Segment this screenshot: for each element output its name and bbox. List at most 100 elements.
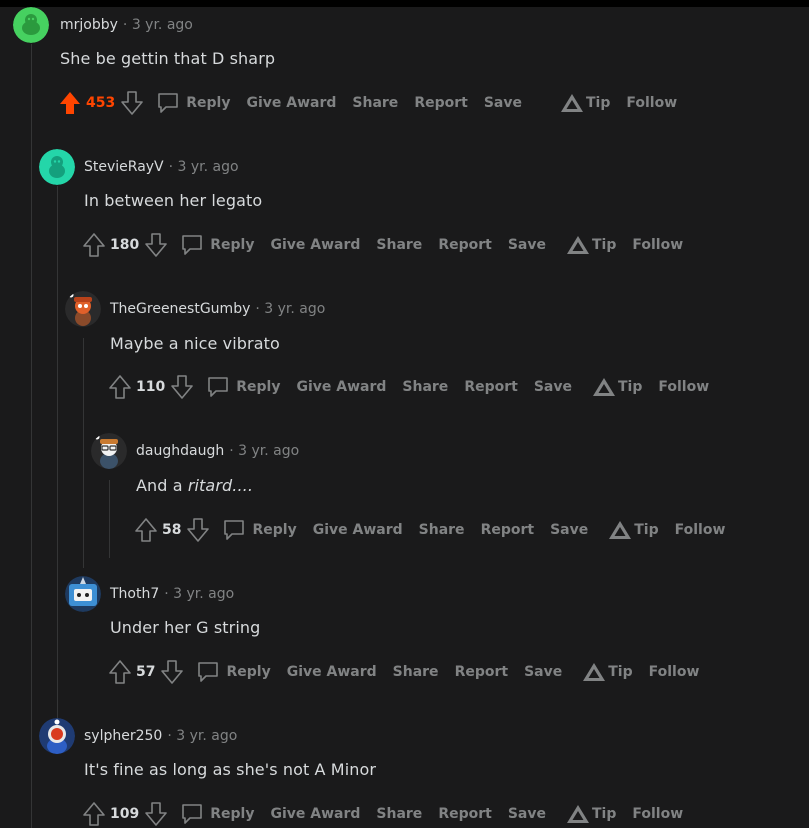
username[interactable]: TheGreenestGumby xyxy=(110,301,250,317)
follow-button[interactable]: Follow xyxy=(675,522,726,538)
downvote-icon[interactable] xyxy=(160,660,184,684)
give-award-button[interactable]: Give Award xyxy=(246,95,336,111)
report-button[interactable]: Report xyxy=(481,522,535,538)
downvote-icon[interactable] xyxy=(186,518,210,542)
thread-line-level-3[interactable] xyxy=(83,338,84,568)
follow-button[interactable]: Follow xyxy=(632,237,683,253)
upvote-icon[interactable] xyxy=(58,91,82,115)
comment-age[interactable]: · 3 yr. ago xyxy=(164,586,234,602)
save-button[interactable]: Save xyxy=(550,522,588,538)
save-button[interactable]: Save xyxy=(534,379,572,395)
downvote-icon[interactable] xyxy=(120,91,144,115)
username[interactable]: sylpher250 xyxy=(84,728,162,744)
downvote-icon[interactable] xyxy=(144,802,168,826)
top-edge-bar xyxy=(0,0,809,7)
tip-button[interactable]: Tip xyxy=(566,235,616,255)
reply-button[interactable]: Reply xyxy=(206,375,280,399)
reply-button[interactable]: Reply xyxy=(222,518,297,542)
comment-body: She be gettin that D sharp xyxy=(60,49,276,68)
tip-button[interactable]: Tip xyxy=(560,93,610,113)
reply-button[interactable]: Reply xyxy=(196,660,271,684)
follow-button[interactable]: Follow xyxy=(649,664,700,680)
avatar[interactable] xyxy=(39,149,75,185)
save-button[interactable]: Save xyxy=(508,806,546,822)
tip-label: Tip xyxy=(591,237,617,253)
comment-age[interactable]: · 3 yr. ago xyxy=(167,728,237,744)
share-button[interactable]: Share xyxy=(352,95,398,111)
username[interactable]: mrjobby xyxy=(60,17,118,33)
follow-button[interactable]: Follow xyxy=(658,379,709,395)
follow-button[interactable]: Follow xyxy=(632,806,683,822)
tip-label: Tip xyxy=(617,379,643,395)
comment-age[interactable]: · 3 yr. ago xyxy=(123,17,193,33)
comment-bubble-icon xyxy=(206,375,230,399)
share-button[interactable]: Share xyxy=(402,379,448,395)
thread-line-level-4[interactable] xyxy=(109,480,110,558)
give-award-button[interactable]: Give Award xyxy=(296,379,386,395)
username[interactable]: Thoth7 xyxy=(110,586,159,602)
comment-body: Maybe a nice vibrato xyxy=(110,334,280,353)
tip-button[interactable]: Tip xyxy=(566,804,616,824)
tip-triangle-icon xyxy=(592,377,616,397)
avatar[interactable] xyxy=(65,576,101,612)
give-award-button[interactable]: Give Award xyxy=(287,664,377,680)
comment-actions: 57 Reply Give Award Share Report Save Ti… xyxy=(108,658,699,686)
username[interactable]: StevieRayV xyxy=(84,159,164,175)
avatar[interactable] xyxy=(91,433,127,469)
comment-body-text: And a xyxy=(136,476,188,495)
tip-triangle-icon xyxy=(582,662,606,682)
avatar[interactable] xyxy=(13,7,49,43)
thread-line-level-2[interactable] xyxy=(57,186,58,720)
reply-label: Reply xyxy=(252,522,297,538)
give-award-button[interactable]: Give Award xyxy=(270,806,360,822)
avatar[interactable] xyxy=(39,718,75,754)
comment-age[interactable]: · 3 yr. ago xyxy=(229,443,299,459)
username[interactable]: daughdaugh xyxy=(136,443,224,459)
upvote-icon[interactable] xyxy=(134,518,158,542)
thread-line-level-1[interactable] xyxy=(31,44,32,828)
share-button[interactable]: Share xyxy=(419,522,465,538)
reply-button[interactable]: Reply xyxy=(156,91,230,115)
comment-bubble-icon xyxy=(180,802,204,826)
comment-age[interactable]: · 3 yr. ago xyxy=(255,301,325,317)
upvote-icon[interactable] xyxy=(108,660,132,684)
downvote-icon[interactable] xyxy=(170,375,194,399)
reply-label: Reply xyxy=(186,95,231,111)
save-button[interactable]: Save xyxy=(484,95,522,111)
avatar[interactable] xyxy=(65,291,101,327)
tip-button[interactable]: Tip xyxy=(582,662,633,682)
save-button[interactable]: Save xyxy=(508,237,546,253)
follow-button[interactable]: Follow xyxy=(626,95,677,111)
share-button[interactable]: Share xyxy=(393,664,439,680)
comment-age[interactable]: · 3 yr. ago xyxy=(169,159,239,175)
upvote-icon[interactable] xyxy=(108,375,132,399)
give-award-button[interactable]: Give Award xyxy=(313,522,403,538)
comment-body-italic: ritard.... xyxy=(187,476,254,495)
report-button[interactable]: Report xyxy=(464,379,518,395)
report-button[interactable]: Report xyxy=(414,95,468,111)
save-button[interactable]: Save xyxy=(524,664,562,680)
give-award-button[interactable]: Give Award xyxy=(270,237,360,253)
report-button[interactable]: Report xyxy=(455,664,509,680)
reply-label: Reply xyxy=(236,379,281,395)
upvote-icon[interactable] xyxy=(82,233,106,257)
tip-triangle-icon xyxy=(566,235,590,255)
report-button[interactable]: Report xyxy=(438,806,492,822)
comment-bubble-icon xyxy=(156,91,180,115)
comment-actions: 58 Reply Give Award Share Report Save Ti… xyxy=(134,516,725,544)
comment-actions: 180 Reply Give Award Share Report Save T… xyxy=(82,231,683,259)
upvote-icon[interactable] xyxy=(82,802,106,826)
share-button[interactable]: Share xyxy=(376,237,422,253)
reply-button[interactable]: Reply xyxy=(180,233,254,257)
downvote-icon[interactable] xyxy=(144,233,168,257)
share-button[interactable]: Share xyxy=(376,806,422,822)
tip-button[interactable]: Tip xyxy=(608,520,659,540)
vote-score: 57 xyxy=(136,664,156,680)
comment-actions: 110 Reply Give Award Share Report Save T… xyxy=(108,373,709,401)
comment-actions: 453 Reply Give Award Share Report Save T… xyxy=(58,89,677,117)
tip-button[interactable]: Tip xyxy=(592,377,642,397)
tip-label: Tip xyxy=(608,664,633,680)
reply-label: Reply xyxy=(226,664,271,680)
reply-button[interactable]: Reply xyxy=(180,802,254,826)
report-button[interactable]: Report xyxy=(438,237,492,253)
